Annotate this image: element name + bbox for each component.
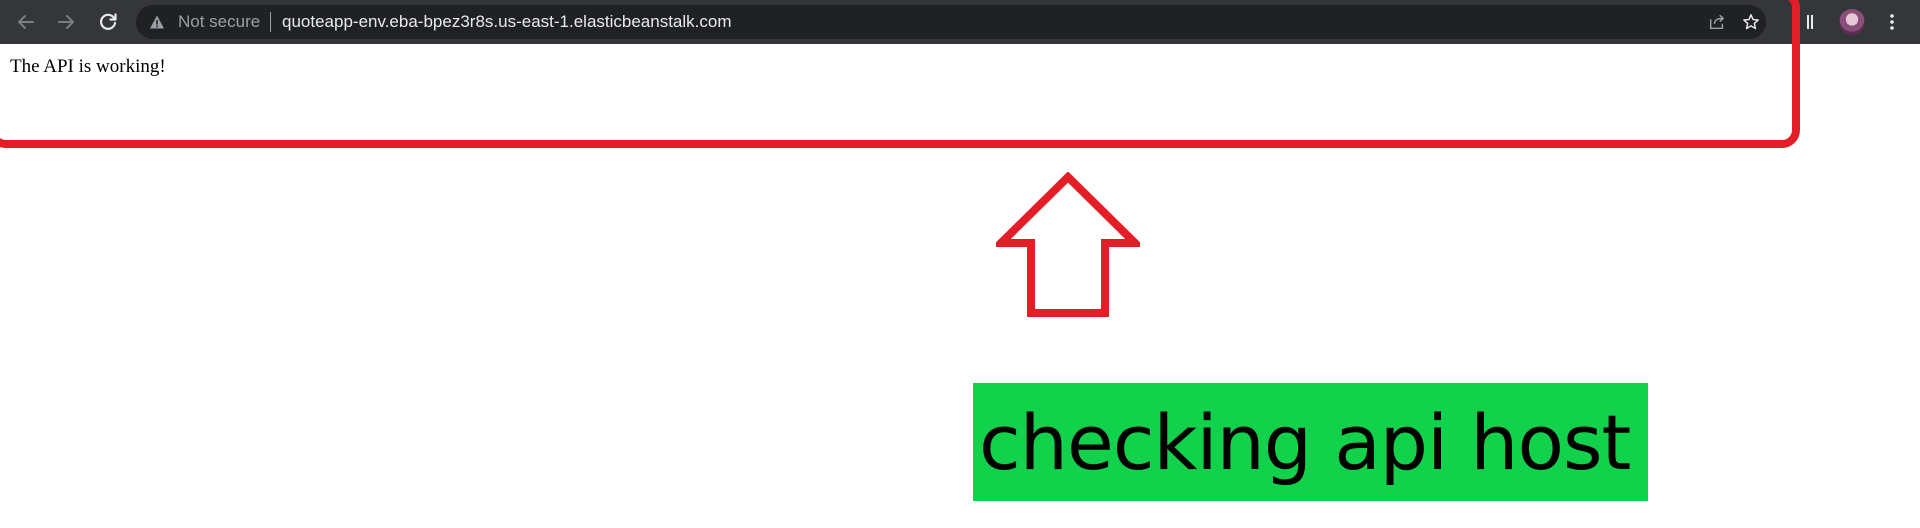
red-highlight-box [0, 0, 1800, 148]
extensions-button[interactable] [1800, 8, 1828, 36]
menu-button[interactable] [1878, 8, 1906, 36]
profile-avatar[interactable] [1839, 9, 1865, 35]
up-arrow-annotation [996, 172, 1140, 317]
extensions-icon [1807, 15, 1813, 29]
caption-text: checking api host [979, 398, 1631, 487]
caption-box: checking api host [973, 383, 1648, 501]
menu-icon [1890, 14, 1894, 30]
